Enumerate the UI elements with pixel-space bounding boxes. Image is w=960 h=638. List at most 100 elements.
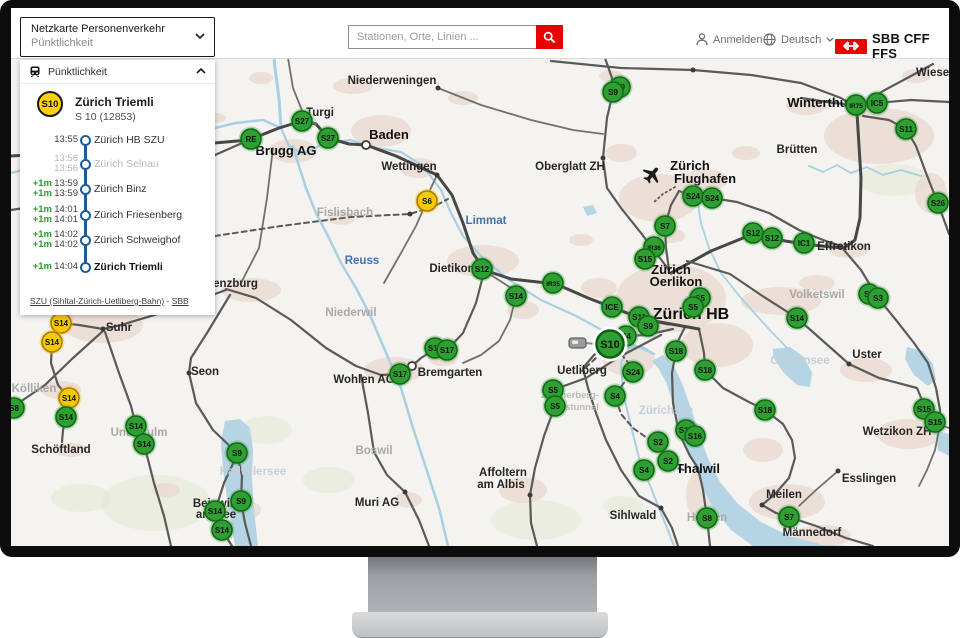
train-icon bbox=[29, 66, 41, 78]
line-badge-s4[interactable]: S4 bbox=[632, 458, 657, 483]
sbb-logo-symbol bbox=[835, 39, 867, 54]
line-badge-s14[interactable]: S14 bbox=[210, 518, 235, 543]
map-label: Niederwil bbox=[325, 307, 376, 319]
badge-label: S15 bbox=[638, 255, 653, 264]
sbb-link[interactable]: SBB bbox=[172, 296, 189, 306]
line-badge-s18[interactable]: S18 bbox=[693, 358, 718, 383]
monitor-stand-base bbox=[352, 612, 608, 638]
badge-label: S7 bbox=[660, 222, 670, 231]
line-badge-s14[interactable]: S14 bbox=[785, 306, 810, 331]
operator-link[interactable]: SZU (Sihltal-Zürich-Uetliberg-Bahn) bbox=[30, 296, 164, 306]
timeline-node bbox=[80, 210, 91, 221]
map-label: Boswil bbox=[355, 445, 392, 457]
line-badge-s11[interactable]: S11 bbox=[894, 117, 919, 142]
line-badge-s9[interactable]: S9 bbox=[636, 314, 661, 339]
search-icon bbox=[543, 31, 556, 44]
line-badge-s6[interactable]: S6 bbox=[415, 189, 440, 214]
line-badge-s8[interactable]: S8 bbox=[695, 506, 720, 531]
sbb-logo: SBB CFF FFS bbox=[835, 31, 949, 61]
line-badge-s3[interactable]: S3 bbox=[866, 286, 891, 311]
line-badge-s15[interactable]: S15 bbox=[923, 410, 948, 435]
badge-label: S2 bbox=[663, 457, 673, 466]
line-badge-s5[interactable]: S5 bbox=[543, 394, 568, 419]
line-badge-s9[interactable]: S9 bbox=[601, 80, 626, 105]
line-badge-s24[interactable]: S24 bbox=[700, 186, 725, 211]
badge-label: S5 bbox=[550, 402, 560, 411]
badge-label: S14 bbox=[62, 394, 77, 403]
line-badge-s18[interactable]: S18 bbox=[753, 398, 778, 423]
map-label: Kölliken bbox=[12, 383, 57, 395]
line-badge-s17[interactable]: S17 bbox=[435, 338, 460, 363]
map-label: Wohlen AG bbox=[333, 374, 394, 386]
search-button[interactable] bbox=[536, 25, 563, 49]
line-badge-s10[interactable]: S10 bbox=[593, 327, 628, 362]
line-badge-ic1[interactable]: IC1 bbox=[792, 231, 817, 256]
panel-header[interactable]: Pünktlichkeit bbox=[20, 60, 215, 84]
badge-label: S10 bbox=[600, 339, 620, 351]
map-label: Hallwilersee bbox=[220, 466, 286, 478]
badge-label: S24 bbox=[626, 368, 641, 377]
badge-label: S2 bbox=[653, 438, 663, 447]
line-badge-re[interactable]: RE bbox=[239, 127, 264, 152]
line-badge-s9[interactable]: S9 bbox=[225, 441, 250, 466]
map-label: Flughafen bbox=[674, 171, 736, 186]
layer-dropdown[interactable]: Netzkarte Personenverkehr Pünktlichkeit bbox=[20, 17, 215, 57]
login-button[interactable]: Anmelden bbox=[696, 33, 763, 46]
stop-row: 13:55Zürich HB SZU bbox=[20, 134, 215, 146]
search-input[interactable] bbox=[348, 25, 536, 49]
badge-label: S18 bbox=[758, 406, 773, 415]
map-label: Dietikon bbox=[429, 263, 474, 275]
badge-label: S4 bbox=[639, 466, 649, 475]
line-badge-s17[interactable]: S17 bbox=[388, 362, 413, 387]
badge-label: S3 bbox=[873, 294, 883, 303]
map-label: Uetliberg bbox=[557, 365, 607, 377]
line-badge-s9[interactable]: S9 bbox=[229, 489, 254, 514]
badge-label: RE bbox=[245, 135, 257, 144]
line-badge-ic5[interactable]: IC5 bbox=[865, 91, 890, 116]
timeline-node bbox=[80, 159, 91, 170]
badge-label: S14 bbox=[45, 338, 60, 347]
line-badge-ice[interactable]: ICE bbox=[600, 295, 625, 320]
line-badge-s15[interactable]: S15 bbox=[633, 247, 658, 272]
line-badge-s4[interactable]: S4 bbox=[603, 384, 628, 409]
badge-label: S14 bbox=[790, 314, 805, 323]
map-label: Muri AG bbox=[355, 497, 399, 509]
screen: NiederweningenTurgiBadenBrugg AGWettinge… bbox=[11, 8, 949, 546]
punctuality-panel: Pünktlichkeit S10 Zürich Triemli S 10 (1… bbox=[20, 60, 215, 315]
language-selector[interactable]: Deutsch bbox=[763, 33, 834, 46]
line-badge-s14[interactable]: S14 bbox=[132, 432, 157, 457]
line-badge-s27[interactable]: S27 bbox=[290, 109, 315, 134]
map-label: Bremgarten bbox=[418, 367, 483, 379]
map-label: Winterthur bbox=[787, 95, 853, 110]
badge-label: S12 bbox=[746, 229, 761, 238]
badge-label: S14 bbox=[215, 526, 230, 535]
line-badge-s12[interactable]: S12 bbox=[760, 226, 785, 251]
line-badge-s14[interactable]: S14 bbox=[40, 330, 65, 355]
monitor-stand-neck bbox=[368, 557, 597, 612]
login-label: Anmelden bbox=[713, 34, 763, 46]
stop-row: +1m+1m14:0114:01Zürich Friesenberg bbox=[20, 205, 215, 225]
monitor: NiederweningenTurgiBadenBrugg AGWettinge… bbox=[0, 0, 960, 638]
line-badge-s27[interactable]: S27 bbox=[316, 126, 341, 151]
line-badge-s14[interactable]: S14 bbox=[504, 284, 529, 309]
timeline-node bbox=[80, 235, 91, 246]
badge-label: S9 bbox=[232, 449, 242, 458]
line-badge-s7[interactable]: S7 bbox=[777, 505, 802, 530]
badge-label: S6 bbox=[422, 197, 432, 206]
map-label: Niederweningen bbox=[348, 75, 437, 87]
line-badge-s12[interactable]: S12 bbox=[470, 257, 495, 282]
line-badge-s16[interactable]: S16 bbox=[683, 424, 708, 449]
badge-label: S24 bbox=[686, 192, 701, 201]
line-badge-s18[interactable]: S18 bbox=[664, 339, 689, 364]
badge-label: S16 bbox=[688, 432, 703, 441]
stop-name: Zürich Friesenberg bbox=[94, 209, 182, 221]
line-badge-s2[interactable]: S2 bbox=[656, 449, 681, 474]
badge-label: S9 bbox=[608, 88, 618, 97]
line-badge-s5[interactable]: S5 bbox=[681, 295, 706, 320]
line-badge-ir35[interactable]: IR35 bbox=[541, 271, 566, 296]
line-badge-s24[interactable]: S24 bbox=[621, 360, 646, 385]
person-icon bbox=[696, 33, 708, 46]
map-label: Greifensee bbox=[770, 355, 829, 367]
line-badge-s14[interactable]: S14 bbox=[54, 405, 79, 430]
stop-name: Zürich Selnau bbox=[94, 158, 159, 170]
